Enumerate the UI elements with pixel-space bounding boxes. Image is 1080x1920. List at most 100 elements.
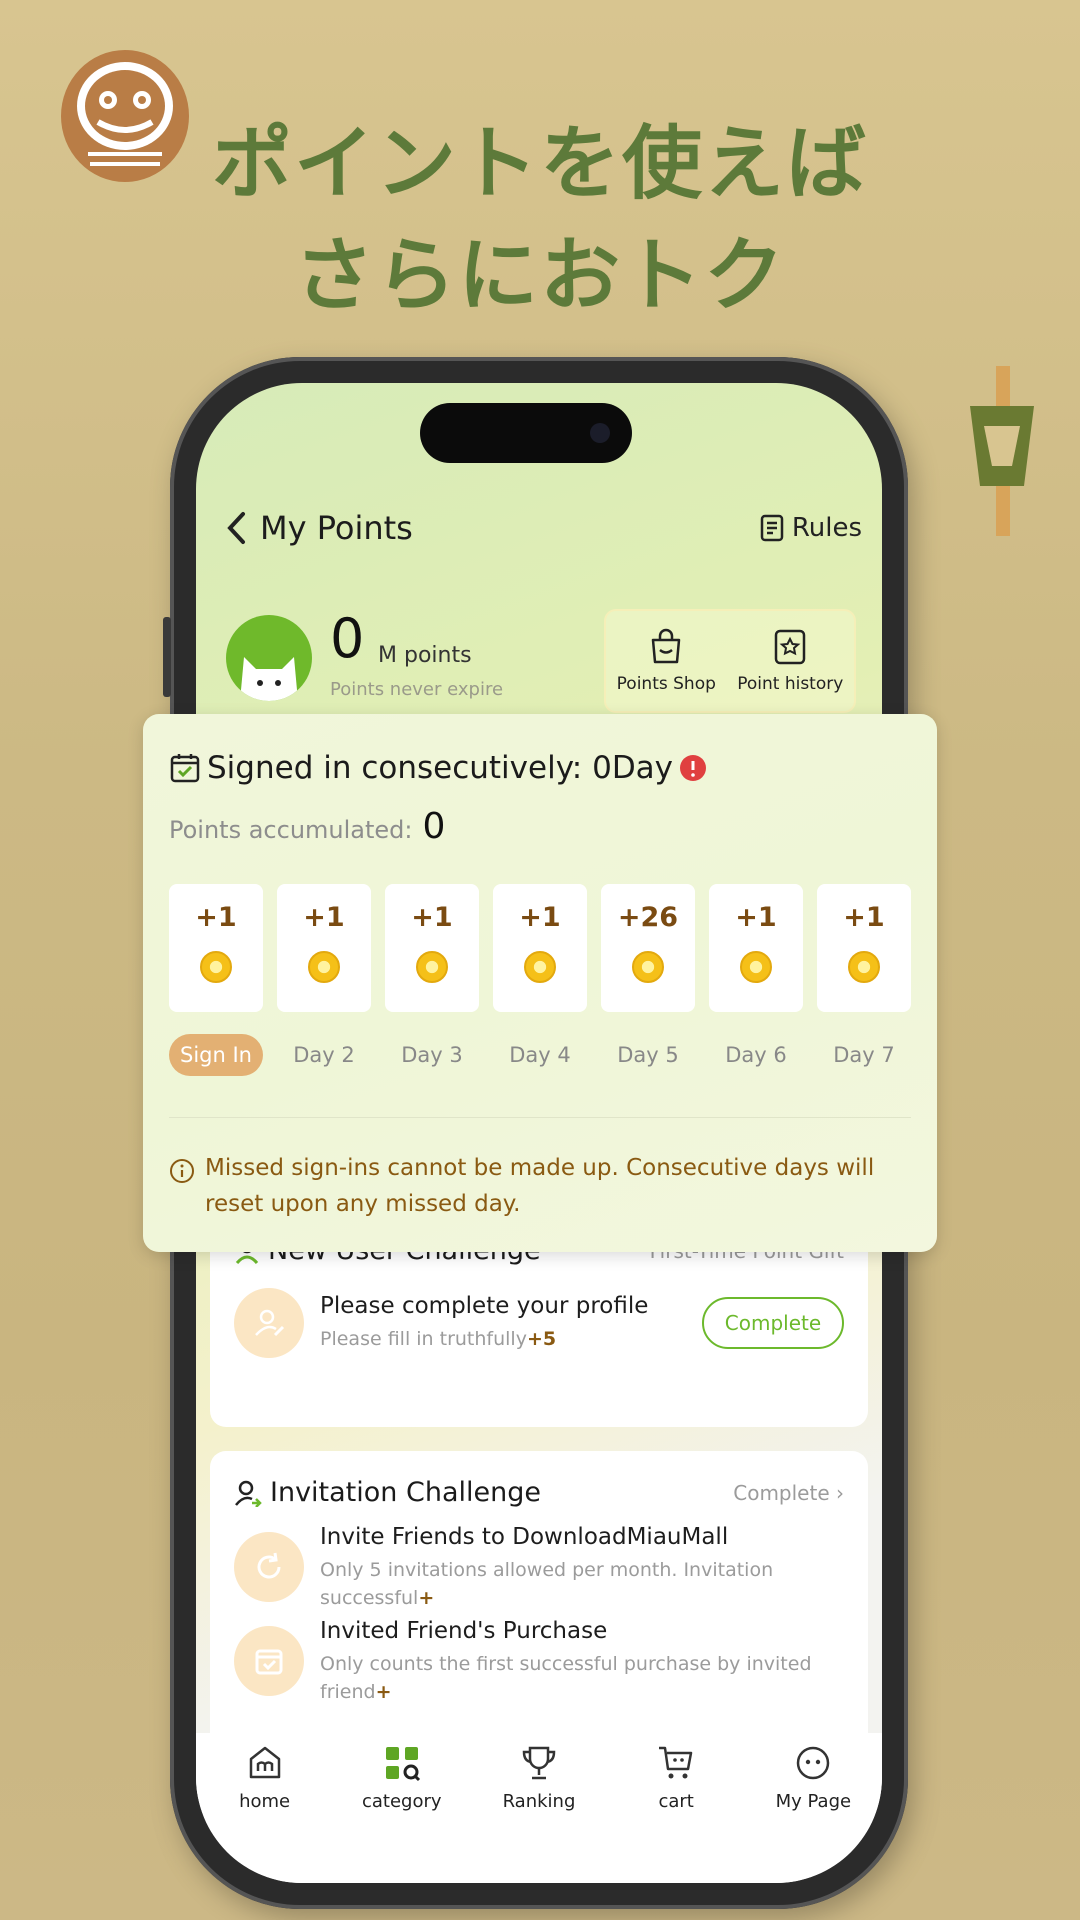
avatar[interactable] xyxy=(226,615,312,701)
accumulated-label: Points accumulated: xyxy=(169,816,413,844)
points-balance: 0 xyxy=(330,607,365,670)
signin-title: Signed in consecutively: 0Day xyxy=(169,750,707,786)
grid-icon xyxy=(385,1747,420,1782)
tab-category[interactable]: category xyxy=(342,1743,462,1883)
top-nav: My Points Rules xyxy=(224,503,862,553)
day-labels: Sign In Day 2 Day 3 Day 4 Day 5 Day 6 Da… xyxy=(169,1034,911,1076)
chevron-right-icon: › xyxy=(836,1480,844,1505)
reward-amount: +1 xyxy=(195,902,237,933)
alert-icon[interactable] xyxy=(679,754,707,782)
points-shortcuts: Points Shop Point history xyxy=(604,609,856,713)
day-label: Day 7 xyxy=(833,1043,895,1067)
new-user-challenge-card: New User Challenge First-Time Point Gift… xyxy=(210,1233,868,1427)
task-description: Only 5 invitations allowed per month. In… xyxy=(320,1559,774,1609)
bottom-tab-bar: home category Ranking cart My Page xyxy=(196,1733,882,1883)
day-label: Day 3 xyxy=(401,1043,463,1067)
invite-user-icon xyxy=(235,1480,262,1507)
coin-icon xyxy=(740,951,772,983)
promo-headline: ポイントを使えば さらにおトク xyxy=(0,108,1080,332)
points-expiry-note: Points never expire xyxy=(330,679,504,700)
tab-ranking[interactable]: Ranking xyxy=(479,1743,599,1883)
coin-icon xyxy=(848,951,880,983)
calendar-check-icon xyxy=(170,754,200,783)
invitation-complete-link[interactable]: Complete › xyxy=(733,1481,844,1505)
cat-avatar-icon xyxy=(240,657,298,701)
reward-amount: +26 xyxy=(617,902,679,933)
tab-label: cart xyxy=(658,1791,694,1812)
headline-line-2: さらにおトク xyxy=(294,229,786,322)
tab-label: My Page xyxy=(775,1791,852,1812)
headline-line-1: ポイントを使えば xyxy=(212,117,868,210)
points-shop-label: Points Shop xyxy=(616,674,716,694)
task-description: Please fill in truthfully+5 xyxy=(320,1328,557,1350)
coin-icon xyxy=(632,951,664,983)
profile-edit-icon xyxy=(234,1288,304,1358)
complete-profile-button[interactable]: Complete xyxy=(702,1297,844,1349)
task-title: Invite Friends to DownloadMiauMall xyxy=(320,1524,729,1550)
camera-icon xyxy=(590,423,610,443)
signin-overlay-card: Signed in consecutively: 0Day Points acc… xyxy=(143,714,937,1252)
point-history-button[interactable]: Point history xyxy=(737,628,843,694)
day-label: Day 5 xyxy=(617,1043,679,1067)
task-title: Please complete your profile xyxy=(320,1293,649,1319)
invitation-challenge-card: Invitation Challenge Complete › Invite F… xyxy=(210,1451,868,1771)
home-icon xyxy=(249,1746,280,1779)
day-reward-card: +1 xyxy=(169,884,263,1012)
shopping-bag-icon xyxy=(652,628,681,664)
day-label: Day 2 xyxy=(293,1043,355,1067)
coin-icon xyxy=(416,951,448,983)
invitation-title-text: Invitation Challenge xyxy=(270,1477,541,1508)
day-reward-card: +1 xyxy=(817,884,911,1012)
day-reward-card: +1 xyxy=(709,884,803,1012)
tab-label: category xyxy=(362,1791,442,1812)
day-label: Day 6 xyxy=(725,1043,787,1067)
signin-note-text: Missed sign-ins cannot be made up. Conse… xyxy=(205,1155,875,1217)
trophy-icon xyxy=(522,1746,556,1780)
day-reward-card: +1 xyxy=(493,884,587,1012)
tab-my-page[interactable]: My Page xyxy=(753,1743,873,1883)
tab-home[interactable]: home xyxy=(205,1743,325,1883)
reward-amount: +1 xyxy=(843,902,885,933)
info-icon xyxy=(170,1159,194,1183)
cart-icon xyxy=(659,1746,693,1779)
refresh-icon xyxy=(234,1532,304,1602)
invitation-complete-label: Complete xyxy=(733,1480,830,1505)
tab-cart[interactable]: cart xyxy=(616,1743,736,1883)
bonus-points: + xyxy=(418,1587,435,1609)
tab-label: home xyxy=(239,1791,291,1812)
bonus-points: +5 xyxy=(526,1328,557,1350)
daily-rewards: +1 +1 +1 +1 +26 +1 +1 xyxy=(169,884,911,1012)
point-history-label: Point history xyxy=(737,674,844,694)
day-reward-card: +1 xyxy=(385,884,479,1012)
invitation-challenge-title: Invitation Challenge xyxy=(234,1477,541,1508)
document-icon xyxy=(760,514,784,542)
coin-icon xyxy=(308,951,340,983)
task-invite-friends: Invite Friends to DownloadMiauMall Only … xyxy=(210,1524,868,1612)
divider xyxy=(169,1117,911,1118)
page-title: My Points xyxy=(260,509,413,547)
task-friend-purchase: Invited Friend's Purchase Only counts th… xyxy=(210,1618,868,1706)
reward-amount: +1 xyxy=(303,902,345,933)
purchase-box-icon xyxy=(234,1626,304,1696)
face-icon xyxy=(797,1746,830,1780)
rules-label: Rules xyxy=(791,513,862,543)
coin-icon xyxy=(200,951,232,983)
history-badge-icon xyxy=(775,629,806,665)
reward-amount: +1 xyxy=(411,902,453,933)
task-complete-profile: Please complete your profile Please fill… xyxy=(210,1288,868,1358)
reward-amount: +1 xyxy=(519,902,561,933)
back-button[interactable]: My Points xyxy=(224,509,413,547)
sign-in-button[interactable]: Sign In xyxy=(169,1034,263,1076)
points-unit: M points xyxy=(378,643,472,668)
volume-button xyxy=(163,617,171,697)
rules-button[interactable]: Rules xyxy=(760,513,862,543)
lantern-ornament-icon xyxy=(970,366,1034,536)
task-description: Only counts the first successful purchas… xyxy=(320,1653,812,1703)
points-accumulated: Points accumulated: 0 xyxy=(169,806,445,847)
signin-title-text: Signed in consecutively: 0Day xyxy=(207,750,674,786)
tab-label: Ranking xyxy=(502,1791,576,1812)
day-reward-card: +1 xyxy=(277,884,371,1012)
points-shop-button[interactable]: Points Shop xyxy=(617,628,716,694)
accumulated-value: 0 xyxy=(422,806,446,847)
signin-note: Missed sign-ins cannot be made up. Conse… xyxy=(169,1150,907,1222)
